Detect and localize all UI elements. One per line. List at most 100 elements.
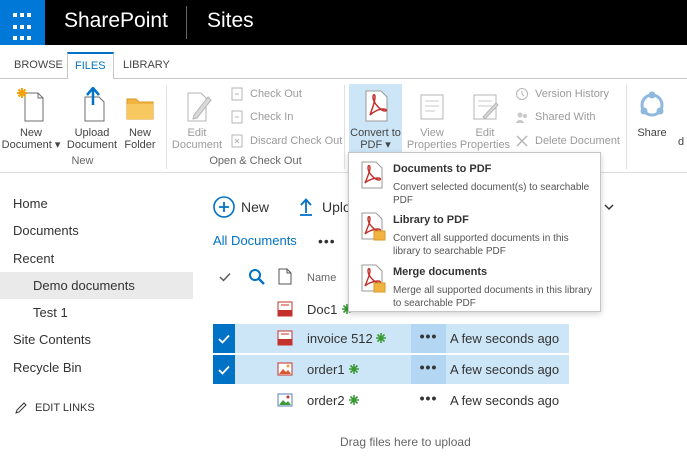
image-icon bbox=[277, 362, 293, 376]
row-checkbox[interactable] bbox=[213, 295, 235, 324]
check-out-label: Check Out bbox=[250, 88, 302, 100]
edit-links-button[interactable]: EDIT LINKS bbox=[14, 400, 95, 416]
file-name-link[interactable]: order2 bbox=[307, 386, 345, 415]
upload-command[interactable]: Uplo bbox=[298, 195, 351, 219]
tab-browse[interactable]: BROWSE bbox=[7, 52, 70, 79]
convert-to-pdf-menu: Documents to PDF Convert selected docume… bbox=[348, 152, 601, 312]
menu-item-merge-documents[interactable]: Merge documents Merge all supported docu… bbox=[349, 259, 600, 309]
new-folder-label-1: New bbox=[128, 127, 151, 139]
tab-files[interactable]: FILES bbox=[67, 52, 114, 80]
view-selector[interactable]: All Documents bbox=[213, 232, 297, 250]
version-history-label: Version History bbox=[535, 88, 609, 100]
brand-title[interactable]: SharePoint bbox=[64, 9, 168, 33]
suite-divider bbox=[186, 6, 187, 39]
menu-item-documents-to-pdf[interactable]: Documents to PDF Convert selected docume… bbox=[349, 156, 600, 206]
upload-command-label: Uplo bbox=[322, 199, 351, 215]
nav-documents[interactable]: Documents bbox=[13, 221, 79, 241]
version-history-icon bbox=[516, 88, 528, 100]
check-in-button[interactable]: Check In bbox=[230, 109, 293, 125]
convert-label-2: PDF ▾ bbox=[360, 139, 391, 151]
view-properties-button[interactable]: View Properties bbox=[404, 87, 460, 151]
menu-item-description: Merge all supported documents in this li… bbox=[393, 285, 592, 309]
tab-library[interactable]: LIBRARY bbox=[116, 52, 177, 79]
table-row[interactable]: order1 ••• A few seconds ago bbox=[213, 355, 569, 384]
menu-item-library-to-pdf[interactable]: Library to PDF Convert all supported doc… bbox=[349, 207, 600, 257]
upload-label-2: Document bbox=[66, 139, 118, 151]
menu-item-title: Library to PDF bbox=[393, 214, 469, 226]
check-icon bbox=[218, 334, 230, 344]
delete-icon bbox=[516, 135, 528, 147]
nav-site-contents[interactable]: Site Contents bbox=[13, 330, 91, 350]
group-separator bbox=[626, 85, 627, 169]
new-folder-button[interactable]: New Folder bbox=[120, 87, 160, 151]
modified-date: A few seconds ago bbox=[450, 393, 560, 408]
delete-document-button[interactable]: Delete Document bbox=[515, 133, 620, 149]
edit-document-icon bbox=[187, 92, 212, 122]
edit-document-button[interactable]: Edit Document bbox=[170, 87, 224, 151]
new-item-icon bbox=[376, 333, 386, 343]
nav-home[interactable]: Home bbox=[13, 194, 48, 214]
pdf-document-icon bbox=[361, 161, 383, 189]
discard-check-out-button[interactable]: Discard Check Out bbox=[230, 133, 342, 149]
edit-properties-button[interactable]: Edit Properties bbox=[458, 87, 512, 151]
modified-date: A few seconds ago bbox=[450, 331, 560, 346]
group-separator bbox=[166, 85, 167, 169]
share-icon bbox=[640, 91, 664, 117]
new-document-button[interactable]: New Document ▾ bbox=[1, 87, 61, 151]
search-icon[interactable] bbox=[248, 268, 266, 286]
row-checkbox[interactable] bbox=[213, 355, 235, 384]
nav-test-1[interactable]: Test 1 bbox=[33, 303, 68, 323]
shared-with-label: Shared With bbox=[535, 111, 596, 123]
suite-bar: SharePoint Sites bbox=[0, 0, 687, 45]
pdf-icon bbox=[277, 301, 293, 317]
pencil-icon bbox=[15, 402, 27, 414]
modified-date: A few seconds ago bbox=[450, 362, 560, 377]
row-menu-button[interactable]: ••• bbox=[411, 324, 446, 353]
drag-drop-hint: Drag files here to upload bbox=[340, 435, 471, 449]
view-properties-label-2: Properties bbox=[406, 139, 458, 151]
row-menu-button[interactable]: ••• bbox=[411, 355, 446, 384]
new-command[interactable]: New bbox=[213, 195, 269, 219]
share-label: Share bbox=[637, 127, 667, 139]
row-checkbox[interactable] bbox=[213, 386, 235, 415]
row-menu-button[interactable]: ••• bbox=[411, 386, 446, 415]
share-button[interactable]: Share bbox=[632, 87, 672, 139]
table-row[interactable]: order2 ••• A few seconds ago bbox=[213, 386, 569, 415]
ribbon-tabs: BROWSE FILES LIBRARY bbox=[0, 45, 687, 80]
check-in-label: Check In bbox=[250, 111, 294, 123]
nav-recent[interactable]: Recent bbox=[13, 249, 54, 269]
edit-links-label: EDIT LINKS bbox=[35, 402, 95, 414]
sites-link[interactable]: Sites bbox=[207, 9, 254, 33]
select-all-checkbox[interactable] bbox=[218, 270, 232, 284]
version-history-button[interactable]: Version History bbox=[515, 86, 609, 102]
name-column-header[interactable]: Name bbox=[307, 270, 336, 286]
app-launcher-icon[interactable] bbox=[0, 0, 45, 45]
new-item-icon bbox=[349, 395, 359, 405]
table-row[interactable]: invoice 512 ••• A few seconds ago bbox=[213, 324, 569, 353]
new-document-label-1: New bbox=[19, 127, 42, 139]
check-out-icon bbox=[231, 87, 243, 101]
nav-recycle-bin[interactable]: Recycle Bin bbox=[13, 358, 82, 378]
row-checkbox[interactable] bbox=[213, 324, 235, 353]
nav-demo-documents[interactable]: Demo documents bbox=[33, 276, 135, 296]
view-properties-icon bbox=[420, 94, 444, 120]
convert-to-pdf-button[interactable]: Convert to PDF ▾ bbox=[349, 87, 402, 151]
upload-document-button[interactable]: Upload Document bbox=[64, 87, 120, 151]
check-in-icon bbox=[231, 110, 243, 124]
new-document-label-2: Document ▾ bbox=[1, 139, 61, 151]
shared-with-button[interactable]: Shared With bbox=[515, 109, 596, 125]
file-name-link[interactable]: invoice 512 bbox=[307, 324, 373, 353]
menu-item-description: Convert all supported documents in this … bbox=[393, 233, 569, 257]
upload-label-1: Upload bbox=[74, 127, 110, 139]
pdf-convert-icon bbox=[365, 90, 387, 122]
view-more-button[interactable]: ••• bbox=[318, 232, 336, 250]
file-name-link[interactable]: order1 bbox=[307, 355, 345, 384]
edit-properties-label-2: Properties bbox=[459, 139, 511, 151]
check-out-button[interactable]: Check Out bbox=[230, 86, 302, 102]
file-name-link[interactable]: Doc1 bbox=[307, 295, 337, 324]
new-document-icon bbox=[17, 88, 44, 122]
chevron-down-icon[interactable] bbox=[602, 200, 616, 214]
view-properties-label-1: View bbox=[420, 127, 444, 139]
group-label-new: New bbox=[71, 155, 94, 167]
convert-label-1: Convert to bbox=[350, 127, 401, 139]
